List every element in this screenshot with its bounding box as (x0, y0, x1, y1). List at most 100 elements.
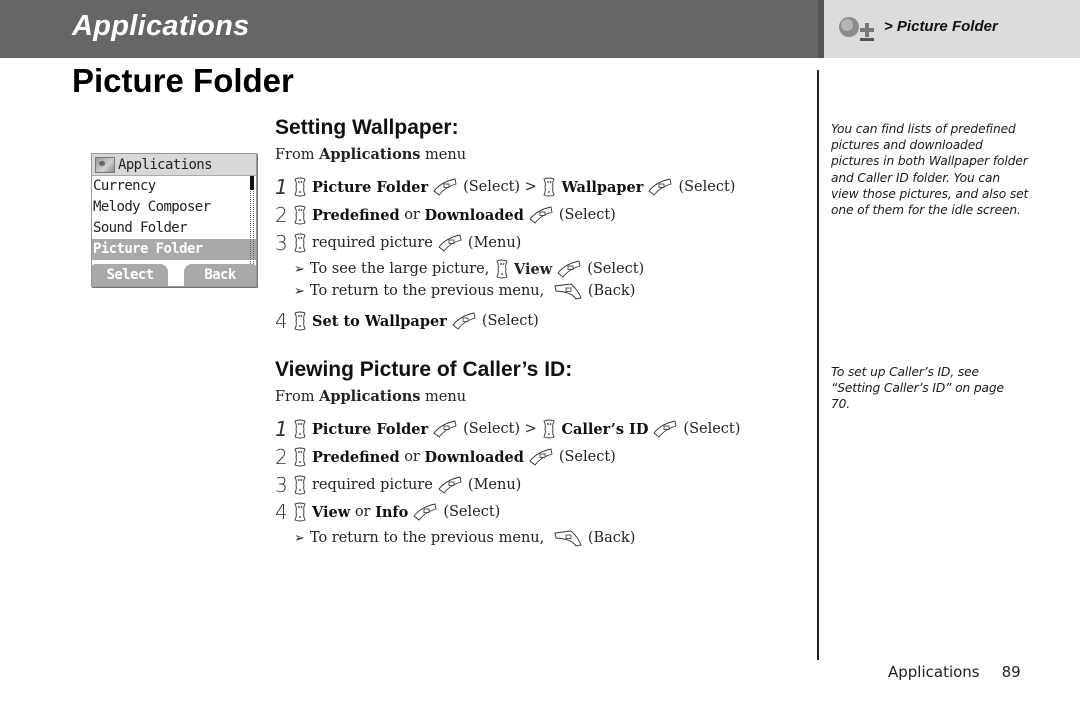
navigation-key-icon (292, 233, 308, 253)
step-number: 4 (275, 309, 288, 333)
navigation-key-icon (292, 419, 308, 439)
page-footer: Applications 89 (888, 663, 1021, 681)
left-softkey-icon (557, 260, 581, 278)
left-softkey-icon (438, 476, 462, 494)
step-number: 1 (275, 175, 288, 199)
section-title-viewing-callers-id: Viewing Picture of Caller’s ID: (275, 358, 573, 381)
section-title-setting-wallpaper: Setting Wallpaper: (275, 116, 459, 139)
navigation-key-icon (292, 205, 308, 225)
arrow-bullet-icon: ➢ (294, 530, 305, 546)
right-softkey-back-icon (554, 529, 582, 547)
instruction-text: required picture (312, 477, 433, 493)
instruction-note: ➢ To return to the previous menu, (Back) (294, 529, 635, 547)
phone-screen-title: Applications (118, 156, 213, 173)
step-number: 2 (275, 203, 288, 227)
instruction-text: (Select) (678, 179, 736, 195)
from-menu-line: From Applications menu (275, 388, 466, 405)
instruction-step: 3 required picture (Menu) (275, 473, 521, 497)
left-softkey-icon (413, 503, 437, 521)
chapter-header-band: Applications (0, 0, 818, 58)
instruction-text: (Select) > (463, 179, 542, 195)
side-note-pictures: You can find lists of predefined picture… (831, 122, 1029, 218)
left-softkey-icon (452, 312, 476, 330)
step-number: 3 (275, 473, 288, 497)
from-suffix: menu (420, 389, 467, 405)
menu-option-label: Predefined (312, 206, 400, 224)
footer-section: Applications (888, 663, 980, 681)
softkey-select: Select (92, 264, 168, 286)
left-softkey-icon (433, 420, 457, 438)
instruction-step: 1 Picture Folder (Select) > Caller’s ID (Se… (275, 417, 740, 441)
instruction-text: (Select) (558, 449, 616, 465)
menu-option-label: Set to Wallpaper (312, 312, 447, 330)
left-softkey-icon (438, 234, 462, 252)
navigation-key-icon (541, 419, 557, 439)
instruction-step: 1 Picture Folder (Select) > Wallpaper (Sele… (275, 175, 735, 199)
instruction-text: To see the large picture, (309, 261, 494, 277)
instruction-text: or (399, 449, 425, 465)
navigation-key-icon (292, 177, 308, 197)
instruction-text: (Select) (443, 504, 501, 520)
instruction-text: (Select) (558, 207, 616, 223)
menu-option-label: Predefined (312, 448, 400, 466)
step-number: 4 (275, 500, 288, 524)
menu-option-label: Downloaded (424, 448, 524, 466)
side-header: > Picture Folder (818, 0, 1080, 58)
navigation-key-icon (541, 177, 557, 197)
instruction-text: (Back) (587, 530, 636, 546)
instruction-step: 2 Predefined or Downloaded (Select) (275, 203, 616, 227)
instruction-note: ➢ To return to the previous menu, (Back) (294, 282, 635, 300)
menu-option-label: Info (375, 503, 409, 521)
menu-option-label: Caller’s ID (561, 420, 649, 438)
softkey-back: Back (184, 264, 256, 286)
menu-option-label: Downloaded (424, 206, 524, 224)
left-softkey-icon (529, 206, 553, 224)
phone-menu-item: Currency (93, 178, 156, 194)
from-menu-name: Applications (319, 146, 421, 163)
menu-option-label: View (312, 503, 351, 521)
breadcrumb: > Picture Folder (884, 18, 998, 35)
phone-menu-item: Sound Folder (93, 220, 188, 236)
instruction-text: required picture (312, 235, 433, 251)
instruction-text: (Select) (587, 261, 645, 277)
from-prefix: From (275, 389, 320, 405)
arrow-bullet-icon: ➢ (294, 261, 305, 277)
side-note-callers-id: To set up Caller’s ID, see “Setting Call… (831, 365, 1004, 412)
from-menu-line: From Applications menu (275, 146, 466, 163)
menu-option-label: View (513, 260, 553, 278)
arrow-bullet-icon: ➢ (294, 283, 305, 299)
phone-menu-item: Melody Composer (93, 199, 211, 215)
left-softkey-icon (653, 420, 677, 438)
instruction-text: (Select) (481, 313, 539, 329)
phone-menu-item: Picture Folder (92, 239, 256, 260)
navigation-key-icon (292, 311, 308, 331)
menu-option-label: Picture Folder (312, 178, 429, 196)
phone-scrollbar (250, 176, 254, 264)
instruction-text: or (350, 504, 376, 520)
step-number: 3 (275, 231, 288, 255)
navigation-key-icon (292, 475, 308, 495)
instruction-text: (Select) > (463, 421, 542, 437)
phone-screen-illustration: Applications Currency Melody Composer Soun… (91, 153, 257, 287)
from-suffix: menu (420, 147, 467, 163)
right-softkey-back-icon (554, 282, 582, 300)
instruction-step: 2 Predefined or Downloaded (Select) (275, 445, 616, 469)
instruction-text: (Back) (587, 283, 636, 299)
instruction-step: 4 Set to Wallpaper (Select) (275, 309, 539, 333)
instruction-text: To return to the previous menu, (309, 530, 549, 546)
phone-softkeys: Select Back (92, 264, 256, 286)
step-number: 1 (275, 417, 288, 441)
page-number: 89 (1001, 663, 1021, 681)
phone-menu-list: Currency Melody Composer Sound Folder Pictu… (92, 176, 256, 264)
instruction-step: 3 required picture (Menu) (275, 231, 521, 255)
from-prefix: From (275, 147, 320, 163)
from-menu-name: Applications (319, 388, 421, 405)
menu-option-label: Picture Folder (312, 420, 429, 438)
left-softkey-icon (433, 178, 457, 196)
phone-screen-header: Applications (92, 154, 256, 176)
apps-icon (839, 17, 874, 41)
instruction-text: (Select) (683, 421, 741, 437)
chapter-title: Applications (72, 10, 250, 42)
navigation-key-icon (292, 447, 308, 467)
phone-scroll-thumb (250, 176, 254, 190)
